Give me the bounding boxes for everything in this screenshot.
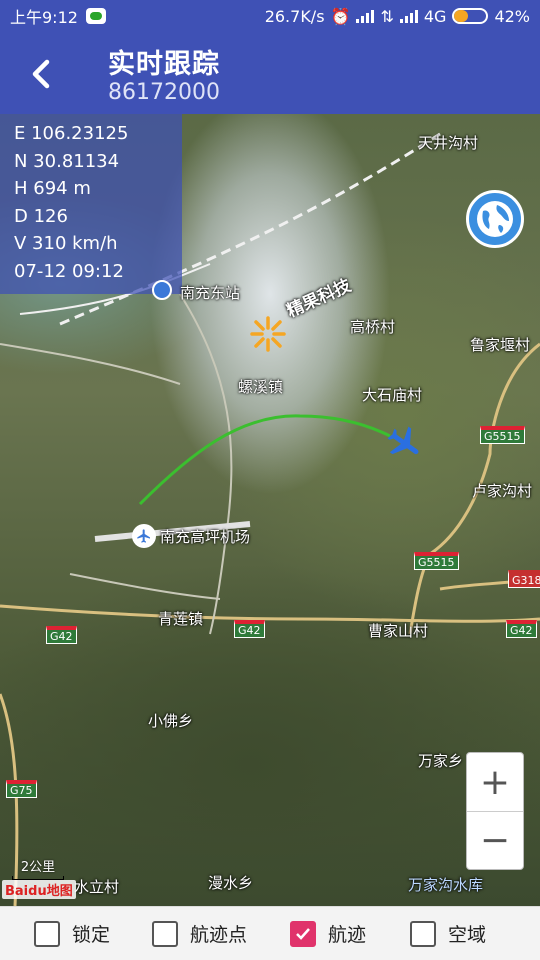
scale-label: 2公里 — [20, 860, 56, 875]
zoom-control: + − — [466, 752, 524, 870]
place-label: 万家乡 — [418, 752, 464, 770]
alarm-icon: ⏰ — [330, 6, 351, 26]
place-label: 高桥村 — [350, 318, 396, 336]
airport-icon — [132, 524, 156, 548]
baidu-logo: Baidu地图 — [2, 880, 76, 899]
train-station-icon — [152, 280, 172, 300]
place-label: 卢家沟村 — [472, 482, 533, 500]
page-title: 实时跟踪 — [108, 49, 220, 80]
brand-logo-icon — [250, 316, 286, 352]
track-checkbox[interactable]: 航迹 — [290, 920, 366, 947]
zoom-out-button[interactable]: − — [467, 811, 523, 869]
map-view[interactable]: E 106.23125 N 30.81134 H 694 m D 126 V 3… — [0, 114, 540, 906]
checkbox-label: 空域 — [448, 924, 487, 946]
aircraft-icon[interactable] — [384, 424, 424, 464]
network-speed: 26.7K/s — [264, 6, 325, 26]
checkbox-label: 航迹 — [328, 924, 367, 946]
road-shield: G5515 — [414, 552, 459, 570]
place-label: 南充东站 — [180, 284, 241, 302]
place-label: 曹家山村 — [368, 622, 429, 640]
road-shield: G318 — [508, 570, 540, 588]
lock-checkbox[interactable]: 锁定 — [34, 920, 110, 947]
place-label: 螺溪镇 — [238, 378, 284, 396]
road-shield: G75 — [6, 780, 37, 798]
place-label: 南充高坪机场 — [160, 528, 251, 546]
battery-percent: 42% — [494, 6, 530, 26]
road-shield: G42 — [234, 620, 265, 638]
place-label: 鲁家堰村 — [470, 336, 531, 354]
place-label: 天井沟村 — [418, 134, 479, 152]
place-label: 大石庙村 — [362, 386, 423, 404]
status-time: 上午9:12 — [10, 8, 78, 27]
road-shield: G42 — [46, 626, 77, 644]
checkbox-icon — [410, 920, 436, 947]
globe-icon — [477, 201, 513, 237]
checkbox-label: 航迹点 — [190, 924, 248, 946]
place-label: 青莲镇 — [158, 610, 204, 628]
speed: V 310 km/h — [14, 233, 118, 254]
wechat-icon — [85, 8, 106, 24]
status-bar: 上午9:12 26.7K/s ⏰ ⇅ 4G 42% — [0, 0, 540, 32]
globe-button[interactable] — [466, 190, 524, 248]
data-transfer-icon: ⇅ — [380, 6, 394, 26]
airspace-checkbox[interactable]: 空域 — [410, 920, 486, 947]
signal-icon-2 — [399, 9, 418, 23]
longitude: E 106.23125 — [14, 123, 129, 144]
place-label: 小佛乡 — [148, 712, 194, 730]
place-label: 漫水乡 — [208, 874, 254, 892]
options-bar: 锁定 航迹点 航迹 空域 — [0, 906, 540, 960]
place-label: 万家沟水库 — [408, 876, 484, 894]
road-shield: G5515 — [480, 426, 525, 444]
map-scale: 2公里 — [12, 856, 64, 880]
altitude: H 694 m — [14, 178, 91, 199]
network-type: 4G — [423, 6, 447, 26]
place-label: 水立村 — [74, 878, 120, 896]
checkbox-icon — [34, 920, 60, 947]
flight-id: 86172000 — [108, 80, 220, 105]
checkbox-checked-icon — [290, 920, 316, 947]
checkbox-icon — [152, 920, 178, 947]
signal-icon — [356, 9, 375, 23]
battery-icon — [452, 8, 489, 24]
back-button[interactable] — [20, 52, 64, 96]
checkbox-label: 锁定 — [72, 924, 111, 946]
heading: D 126 — [14, 205, 68, 227]
chevron-left-icon — [32, 59, 50, 89]
flight-info-panel: E 106.23125 N 30.81134 H 694 m D 126 V 3… — [0, 114, 182, 294]
zoom-in-button[interactable]: + — [467, 753, 523, 811]
track-points-checkbox[interactable]: 航迹点 — [152, 920, 247, 947]
road-shield: G42 — [506, 620, 537, 638]
latitude: N 30.81134 — [14, 150, 120, 172]
app-header: 实时跟踪 86172000 — [0, 32, 540, 114]
